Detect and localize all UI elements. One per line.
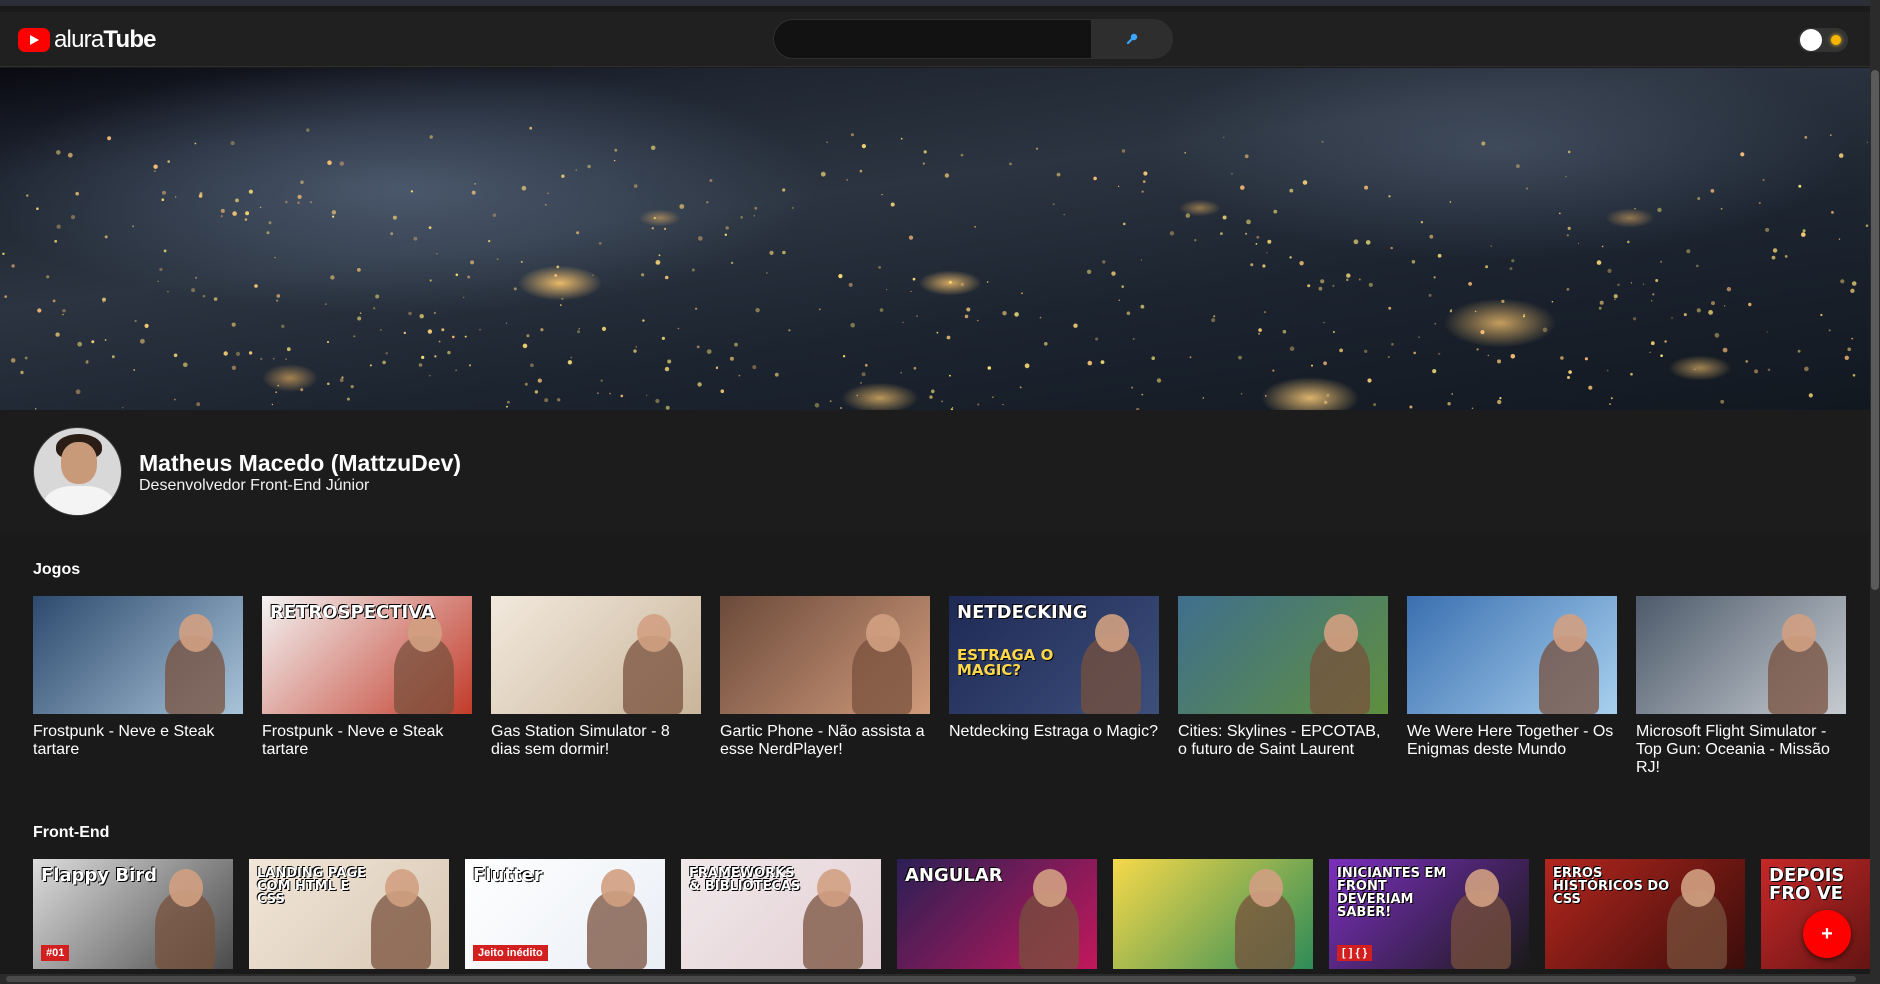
video-thumbnail[interactable] [1113, 859, 1313, 969]
video-card[interactable]: LANDING PAGE COM HTML E CSS [249, 859, 449, 969]
video-title[interactable]: Frostpunk - Neve e Steak tartare [33, 723, 243, 759]
video-card[interactable]: RETROSPECTIVA Frostpunk - Neve e Steak ta… [262, 596, 472, 777]
video-row-front-end: Flappy Bird #01 LANDING PAGE COM HTML E CS… [33, 859, 1880, 969]
top-menu: aluraTube [0, 12, 1870, 67]
thumbnail-text: ERROS HISTÓRICOS DO CSS [1553, 866, 1670, 907]
video-card[interactable]: Microsoft Flight Simulator - Top Gun: Oc… [1636, 596, 1846, 777]
app-frame: aluraTube Matheus Macedo (MattzuDev) Des… [0, 0, 1880, 984]
add-video-button[interactable]: + [1803, 910, 1851, 958]
thumbnail-badge: Jeito inédito [473, 945, 548, 961]
horizontal-scrollbar[interactable] [0, 974, 1870, 984]
video-card[interactable]: We Were Here Together - Os Enigmas deste… [1407, 596, 1617, 777]
section-title-front-end: Front-End [33, 824, 110, 841]
video-title[interactable]: Gas Station Simulator - 8 dias sem dormi… [491, 723, 701, 759]
video-card[interactable]: Gas Station Simulator - 8 dias sem dormi… [491, 596, 701, 777]
thumbnail-text: Flutter [473, 865, 543, 886]
thumbnail-badge: [ ] { } [1337, 945, 1373, 961]
video-card[interactable]: Cities: Skylines - EPCOTAB, o futuro de … [1178, 596, 1388, 777]
thumbnail-text: Flappy Bird [41, 865, 158, 886]
video-thumbnail[interactable]: Flappy Bird #01 [33, 859, 233, 969]
thumbnail-text: DEPOIS FRO VE [1769, 865, 1845, 904]
video-card[interactable]: ERROS HISTÓRICOS DO CSS [1545, 859, 1745, 969]
video-thumbnail[interactable]: RETROSPECTIVA [262, 596, 472, 714]
channel-banner [0, 68, 1870, 410]
video-title[interactable]: Microsoft Flight Simulator - Top Gun: Oc… [1636, 723, 1846, 777]
video-thumbnail[interactable] [33, 596, 243, 714]
profile-header: Matheus Macedo (MattzuDev) Desenvolvedor… [0, 410, 1870, 532]
video-thumbnail[interactable]: NETDECKING ESTRAGA O MAGIC? [949, 596, 1159, 714]
avatar[interactable] [33, 427, 122, 516]
video-title[interactable]: We Were Here Together - Os Enigmas deste… [1407, 723, 1617, 759]
logo-text: aluraTube [54, 26, 157, 53]
video-title[interactable]: Netdecking Estraga o Magic? [949, 723, 1159, 741]
sun-icon [1831, 35, 1841, 45]
video-card[interactable] [1113, 859, 1313, 969]
video-card[interactable]: Flutter Jeito inédito [465, 859, 665, 969]
video-card[interactable]: NETDECKING ESTRAGA O MAGIC? Netdecking Est… [949, 596, 1159, 777]
video-title[interactable]: Gartic Phone - Não assista a esse NerdPl… [720, 723, 930, 759]
thumbnail-text-secondary: ESTRAGA O MAGIC? [957, 646, 1054, 679]
search-icon [1126, 33, 1138, 45]
video-card[interactable]: INICIANTES EM FRONT DEVERIAM SABER! [ ] {… [1329, 859, 1529, 969]
thumbnail-text: LANDING PAGE COM HTML E CSS [257, 866, 366, 907]
search-button[interactable] [1091, 19, 1173, 59]
video-row-jogos: Frostpunk - Neve e Steak tartare RETROSPE… [33, 596, 1865, 777]
profile-name: Matheus Macedo (MattzuDev) [139, 450, 462, 476]
video-thumbnail[interactable]: LANDING PAGE COM HTML E CSS [249, 859, 449, 969]
video-thumbnail[interactable]: INICIANTES EM FRONT DEVERIAM SABER! [ ] {… [1329, 859, 1529, 969]
thumbnail-badge: #01 [41, 945, 70, 961]
thumbnail-text: ANGULAR [905, 865, 1003, 886]
theme-toggle[interactable] [1798, 28, 1848, 52]
earth-night-lights-image [2, 126, 1869, 410]
search-input[interactable] [773, 19, 1091, 59]
search-bar [773, 19, 1173, 59]
video-thumbnail[interactable] [720, 596, 930, 714]
video-thumbnail[interactable] [1636, 596, 1846, 714]
video-card[interactable]: ANGULAR [897, 859, 1097, 969]
thumbnail-text: FRAMEWORKS & BIBLIOTECAS [689, 866, 801, 894]
video-card[interactable]: Gartic Phone - Não assista a esse NerdPl… [720, 596, 930, 777]
video-thumbnail[interactable] [491, 596, 701, 714]
video-card[interactable]: FRAMEWORKS & BIBLIOTECAS [681, 859, 881, 969]
logo[interactable]: aluraTube [18, 26, 157, 54]
video-thumbnail[interactable]: ERROS HISTÓRICOS DO CSS [1545, 859, 1745, 969]
vertical-scrollbar[interactable] [1870, 0, 1880, 984]
video-card[interactable]: Frostpunk - Neve e Steak tartare [33, 596, 243, 777]
video-thumbnail[interactable]: FRAMEWORKS & BIBLIOTECAS [681, 859, 881, 969]
thumbnail-text: NETDECKING [957, 602, 1088, 623]
timeline: Jogos Frostpunk - Neve e Steak tartare RE… [0, 532, 1880, 980]
section-title-jogos: Jogos [33, 561, 81, 578]
thumbnail-text: RETROSPECTIVA [270, 602, 435, 623]
thumbnail-text: INICIANTES EM FRONT DEVERIAM SABER! [1337, 866, 1447, 920]
video-title[interactable]: Frostpunk - Neve e Steak tartare [262, 723, 472, 759]
video-thumbnail[interactable] [1407, 596, 1617, 714]
video-thumbnail[interactable]: Flutter Jeito inédito [465, 859, 665, 969]
video-title[interactable]: Cities: Skylines - EPCOTAB, o futuro de … [1178, 723, 1388, 759]
video-thumbnail[interactable] [1178, 596, 1388, 714]
profile-role: Desenvolvedor Front-End Júnior [139, 477, 370, 494]
youtube-play-icon [18, 28, 50, 52]
toggle-knob [1800, 29, 1822, 51]
video-card[interactable]: Flappy Bird #01 [33, 859, 233, 969]
video-thumbnail[interactable]: ANGULAR [897, 859, 1097, 969]
